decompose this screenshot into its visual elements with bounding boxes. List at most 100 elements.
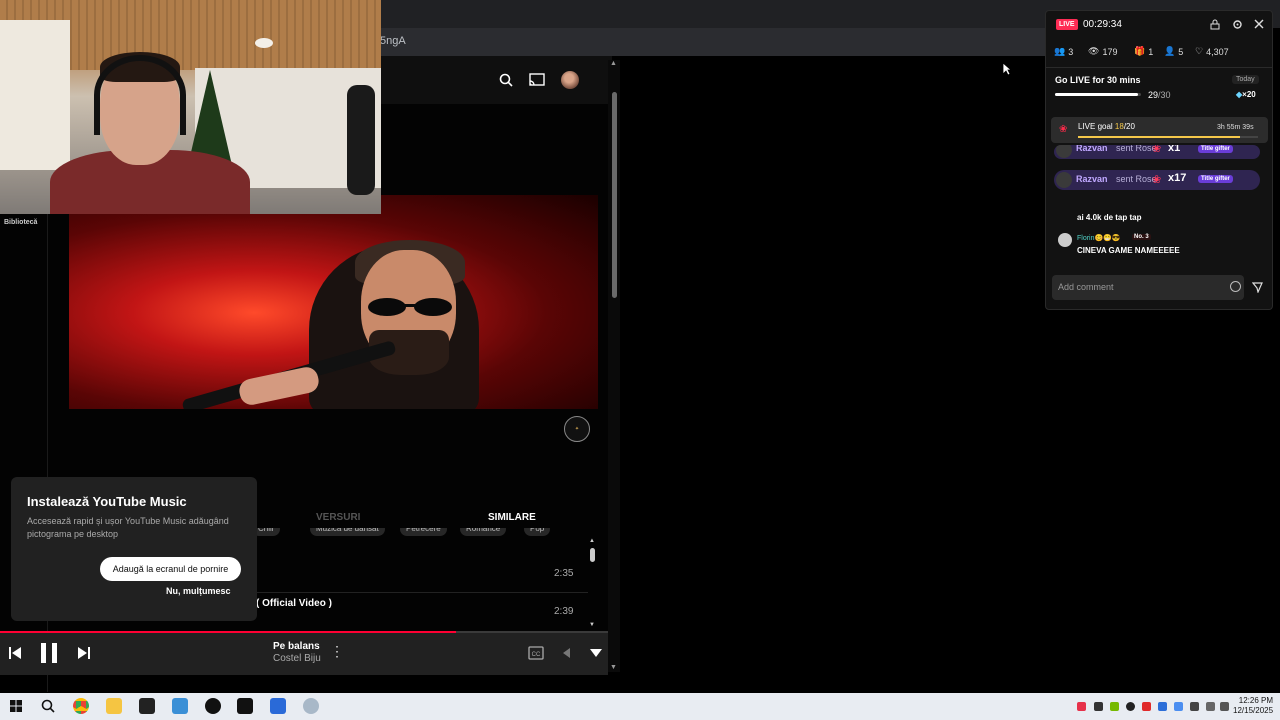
account-avatar[interactable] (561, 71, 579, 89)
tray-app-icon[interactable] (1142, 702, 1151, 711)
live-goal-label: LIVE goal 18/20 (1078, 122, 1135, 131)
svg-text:CC: CC (532, 652, 541, 658)
next-track-icon[interactable] (77, 646, 91, 660)
gift-user-name[interactable]: Razvan (1076, 145, 1108, 153)
tray-dropbox-icon[interactable] (1174, 702, 1183, 711)
gift-message: Razvan sent Rose ❀ x1 Title gifter (1054, 145, 1260, 159)
chat-user-avatar[interactable] (1058, 233, 1072, 247)
tray-bluetooth-icon[interactable] (1158, 702, 1167, 711)
channel-logo[interactable]: ✦ (564, 416, 590, 442)
add-to-home-button[interactable]: Adaugă la ecranul de pornire (100, 557, 241, 581)
stat-likes-value: 4,307 (1206, 46, 1229, 57)
comment-input[interactable]: Add comment (1052, 275, 1244, 300)
chat-message: CINEVA GAME NAMEEEEE (1077, 246, 1180, 255)
chat-user-name[interactable]: Florin😊😁😎 (1077, 234, 1121, 242)
track-title[interactable]: ( Official Video ) (256, 598, 332, 609)
chip[interactable]: Romance (460, 528, 507, 536)
live-goal-box[interactable]: ❀ LIVE goal 18/20 3h 55m 39s (1051, 117, 1268, 143)
go-live-count: 29/30 (1148, 90, 1171, 100)
live-timer: 00:29:34 (1083, 19, 1122, 30)
gift-multiplier: x1 (1168, 145, 1181, 154)
rose-icon: ❀ (1059, 124, 1068, 135)
chip[interactable]: Petrecere (400, 528, 447, 536)
stat-views[interactable]: 👁 179 (1088, 46, 1117, 57)
tray-network-icon[interactable] (1190, 702, 1199, 711)
today-chip[interactable]: Today (1232, 75, 1259, 84)
page-scrollbar-thumb[interactable] (612, 92, 617, 298)
cast-icon[interactable] (528, 72, 546, 88)
go-live-reward: ◆×20 (1236, 90, 1256, 99)
mood-chip-row: Chill Muzică de dansat Petrecere Romance… (252, 528, 592, 540)
file-explorer-icon[interactable] (106, 698, 122, 714)
app-icon[interactable] (303, 698, 319, 714)
tray-volume-icon[interactable] (1220, 702, 1229, 711)
webcam-punching-bag (347, 85, 375, 195)
live-goal-prefix: LIVE goal (1078, 122, 1115, 131)
chip[interactable]: Muzică de dansat (310, 528, 385, 536)
chip[interactable]: Pop (524, 528, 551, 536)
now-playing-title[interactable]: Pe balans (273, 641, 320, 652)
tiktok-icon[interactable] (237, 698, 253, 714)
heart-icon: ♡ (1195, 46, 1204, 56)
gift-icon: 🎁 (1134, 46, 1146, 56)
gift-user-name[interactable]: Razvan (1076, 174, 1108, 184)
search-icon[interactable] (40, 698, 56, 714)
panel-divider (1046, 67, 1272, 68)
tray-app-icon[interactable] (1094, 702, 1103, 711)
taskbar-clock[interactable]: 12:26 PM 12/15/2025 (1233, 696, 1273, 716)
rank-badge: No. 3 (1132, 234, 1151, 240)
stat-followers-value: 5 (1178, 46, 1184, 57)
video-sunglasses (368, 298, 452, 316)
stat-joined[interactable]: 👥 3 (1054, 46, 1073, 57)
live-goal-time-left: 3h 55m 39s (1217, 124, 1254, 131)
tab-related[interactable]: SIMILARE (488, 512, 536, 523)
title-gifter-badge: Title gifter (1198, 145, 1233, 153)
app-icon[interactable] (172, 698, 188, 714)
clock-time: 12:26 PM (1238, 696, 1273, 705)
emoji-icon[interactable] (1230, 281, 1241, 292)
tray-nvidia-icon[interactable] (1110, 702, 1119, 711)
dismiss-button[interactable]: Nu, mulțumesc (166, 586, 231, 596)
send-icon[interactable] (1252, 282, 1263, 293)
list-scroll-up-icon[interactable]: ▲ (589, 538, 595, 544)
obs-icon[interactable] (205, 698, 221, 714)
app-icon[interactable] (270, 698, 286, 714)
list-scroll-down-icon[interactable]: ▼ (589, 622, 595, 628)
gear-icon[interactable] (1232, 19, 1243, 30)
nav-library-label[interactable]: Bibliotecă (4, 219, 37, 226)
stat-followers[interactable]: 👤 5 (1164, 46, 1183, 57)
stat-likes[interactable]: ♡ 4,307 (1195, 46, 1229, 57)
list-scrollbar-thumb[interactable] (590, 548, 595, 562)
tray-obs-icon[interactable] (1126, 702, 1135, 711)
gift-user-avatar[interactable] (1056, 172, 1072, 188)
scroll-down-arrow-icon[interactable]: ▼ (610, 664, 617, 671)
go-live-progress-fill (1055, 93, 1139, 96)
lock-icon[interactable] (1210, 19, 1220, 30)
search-icon[interactable] (498, 72, 514, 88)
video-player[interactable] (69, 195, 598, 409)
gift-user-avatar[interactable] (1056, 145, 1072, 158)
capcut-icon[interactable] (139, 698, 155, 714)
windows-taskbar: 12:26 PM 12/15/2025 (0, 693, 1280, 720)
close-icon[interactable] (1254, 19, 1264, 29)
address-bar[interactable]: 5ngA (380, 28, 1045, 56)
tab-lyrics[interactable]: VERSURI (316, 512, 360, 523)
captions-icon[interactable]: CC (528, 646, 544, 660)
users-icon: 👥 (1054, 46, 1066, 56)
chrome-icon[interactable] (73, 698, 89, 714)
tray-tiktok-icon[interactable] (1077, 702, 1086, 711)
live-badge: LIVE (1056, 19, 1078, 30)
windows-start-icon[interactable] (8, 698, 24, 714)
now-playing-artist[interactable]: Costel Biju (273, 653, 321, 664)
rose-gift-icon: ❀ (1152, 145, 1162, 155)
tray-battery-icon[interactable] (1206, 702, 1215, 711)
collapse-left-icon[interactable] (561, 647, 571, 659)
chevron-down-icon[interactable] (589, 648, 603, 658)
more-options-icon[interactable]: ⋮ (330, 643, 344, 660)
clock-date: 12/15/2025 (1233, 706, 1274, 715)
stat-gifts[interactable]: 🎁 1 (1134, 46, 1153, 57)
gift-multiplier: x17 (1168, 172, 1187, 184)
previous-track-icon[interactable] (8, 646, 22, 660)
scroll-up-arrow-icon[interactable]: ▲ (610, 60, 617, 67)
pause-icon[interactable] (39, 642, 59, 664)
